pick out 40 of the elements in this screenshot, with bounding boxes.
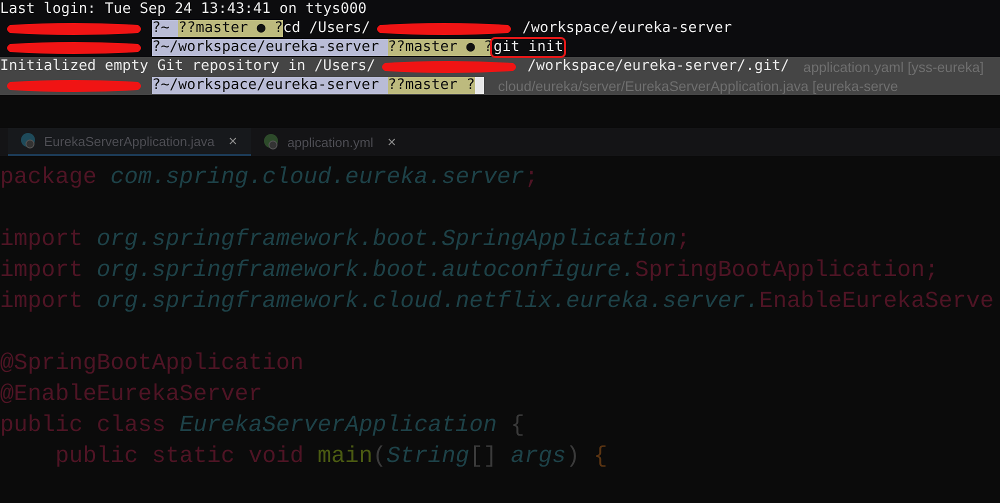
terminal-text: Initialized empty Git repository in /Users/ <box>0 58 376 75</box>
code-keyword: import <box>0 257 84 283</box>
prompt-path: ?~/workspace/eureka-server <box>152 39 388 56</box>
code-keyword: import <box>0 288 84 314</box>
close-icon[interactable]: × <box>387 134 396 150</box>
prompt-path: ?~ <box>152 20 178 37</box>
code-keyword: EnableEurekaServe <box>759 288 994 314</box>
terminal-text: Last login: Tue Sep 24 13:43:41 on ttys000 <box>0 1 367 18</box>
code-keyword: import <box>0 226 84 252</box>
command-text: git init <box>492 39 564 56</box>
cursor <box>475 77 484 94</box>
code-keyword: package <box>0 164 98 190</box>
terminal-text: /workspace/eureka-server <box>522 20 732 37</box>
code-keyword: @SpringBootApplication <box>0 350 304 376</box>
terminal-text: cd /Users/ <box>282 20 370 37</box>
terminal-text: /workspace/eureka-server/.git/ <box>527 58 790 75</box>
code-text: { <box>594 443 608 469</box>
code-identifier: org.springframework.cloud.netflix.eureka.server. <box>96 288 760 314</box>
close-icon[interactable]: × <box>228 132 238 150</box>
code-keyword: ; <box>524 164 538 190</box>
prompt-path: ?~/workspace/eureka-server <box>152 77 388 94</box>
code-identifier: com.spring.cloud.eureka.server <box>110 164 524 190</box>
code-keyword: @EnableEurekaServer <box>0 381 262 407</box>
code-keyword: public static void <box>54 443 305 469</box>
code-keyword: public class <box>0 412 167 438</box>
code-keyword: SpringBootApplication; <box>634 257 939 283</box>
code-identifier: org.springframework.boot.SpringApplication <box>96 226 676 252</box>
file-icon <box>18 131 38 151</box>
code-text: ) <box>566 443 581 469</box>
code-text: ( <box>372 443 386 469</box>
code-text: [] <box>469 443 498 469</box>
code-identifier: args <box>510 443 566 469</box>
code-keyword: ; <box>676 226 690 252</box>
code-identifier: org.springframework.boot.autoconfigure. <box>96 257 635 283</box>
code-identifier: String <box>386 443 470 469</box>
code-text: { <box>510 412 524 438</box>
code-identifier: EurekaServerApplication <box>179 412 497 438</box>
code-method: main <box>317 443 373 469</box>
prompt-branch: ??master ● ? <box>178 20 283 37</box>
prompt-branch: ??master ? <box>388 77 476 94</box>
